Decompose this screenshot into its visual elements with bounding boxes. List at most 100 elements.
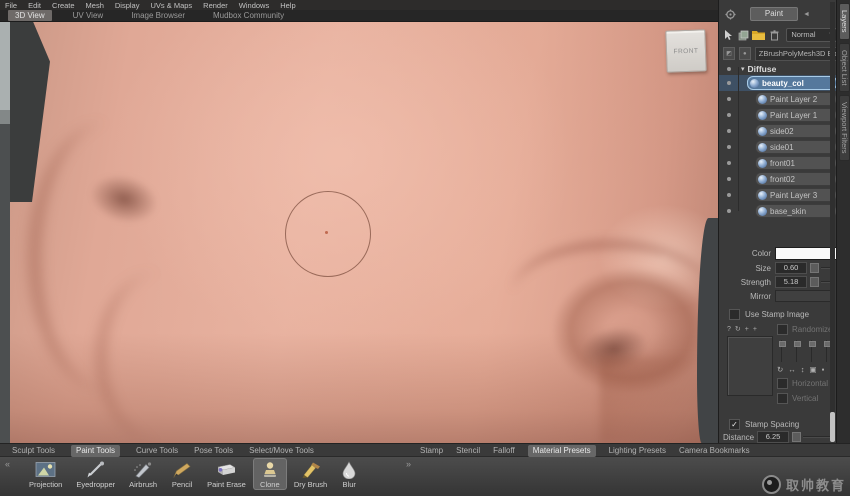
tray-tab-select-move-tools[interactable]: Select/Move Tools [249, 445, 314, 457]
tool-eyedropper[interactable]: Eyedropper [69, 458, 122, 489]
folder-icon[interactable] [752, 29, 765, 41]
stamp-slider[interactable] [809, 340, 814, 362]
layer-chip-paint-layer-2[interactable]: Paint Layer 2 [755, 92, 837, 106]
distance-input[interactable]: 6.25 [757, 431, 789, 443]
stamp-rotate-icon[interactable]: ↻ [735, 325, 741, 333]
scroll-left-icon[interactable]: « [5, 459, 15, 469]
layer-row-paint-layer-1[interactable]: Paint Layer 1 [719, 107, 837, 123]
stamp-slider[interactable] [794, 340, 799, 362]
layer-chip-base-skin[interactable]: base_skin [755, 204, 837, 218]
menu-create[interactable]: Create [52, 1, 75, 10]
layer-chip-paint-layer-1[interactable]: Paint Layer 1 [755, 108, 837, 122]
menu-render[interactable]: Render [203, 1, 228, 10]
layer-row-paint-layer-2[interactable]: Paint Layer 2 [719, 91, 837, 107]
tool-paint-erase[interactable]: Paint Erase [200, 458, 253, 489]
layer-group-label[interactable]: Diffuse [748, 64, 777, 74]
tray-tab-falloff[interactable]: Falloff [493, 445, 515, 457]
menu-uvs-maps[interactable]: UVs & Maps [150, 1, 192, 10]
menu-help[interactable]: Help [280, 1, 295, 10]
layer-row-base-skin[interactable]: base_skin [719, 203, 837, 219]
rotate-icon[interactable]: ↻ [777, 365, 783, 374]
use-stamp-checkbox[interactable] [729, 309, 740, 320]
channel-tab-paint[interactable]: Paint [750, 7, 798, 21]
layer-row-side01[interactable]: side01 [719, 139, 837, 155]
layer-row-front01[interactable]: front01 [719, 155, 837, 171]
layer-chip-paint-layer-3[interactable]: Paint Layer 3 [755, 188, 837, 202]
tool-projection[interactable]: Projection [22, 458, 69, 489]
stamp-spacing-checkbox[interactable] [729, 419, 740, 430]
visibility-dot[interactable] [727, 67, 731, 71]
duplicate-layer-icon[interactable] [737, 29, 749, 41]
side-tab-object-list[interactable]: Object List [839, 43, 850, 92]
object-visibility-icon[interactable]: ● [739, 47, 751, 60]
side-tab-viewport-filters[interactable]: Viewport Filters [839, 95, 850, 161]
size-input[interactable]: 0.60 [775, 262, 807, 274]
channel-prev-icon[interactable]: ◄ [803, 11, 810, 18]
tray-tab-pose-tools[interactable]: Pose Tools [194, 445, 233, 457]
layer-visibility-dot[interactable] [727, 97, 731, 101]
stamp-preview-box[interactable] [727, 336, 773, 396]
tray-tab-camera-bookmarks[interactable]: Camera Bookmarks [679, 445, 750, 457]
tab-mudbox-community[interactable]: Mudbox Community [206, 10, 291, 21]
stamp-slider[interactable] [779, 340, 784, 362]
tool-dry-brush[interactable]: Dry Brush [287, 458, 334, 489]
strength-input[interactable]: 5.18 [775, 276, 807, 288]
view-cube[interactable]: FRONT [665, 29, 706, 72]
layer-visibility-dot[interactable] [727, 113, 731, 117]
distance-slider-track[interactable] [803, 436, 833, 438]
tray-tab-lighting-presets[interactable]: Lighting Presets [609, 445, 666, 457]
horizontal-checkbox[interactable] [777, 378, 788, 389]
stamp-add-icon[interactable]: + [745, 326, 749, 333]
tool-airbrush[interactable]: Airbrush [122, 458, 164, 489]
stop-icon[interactable]: ▪ [822, 365, 825, 374]
layer-visibility-dot[interactable] [727, 193, 731, 197]
layer-row-side02[interactable]: side02 [719, 123, 837, 139]
layer-row-front02[interactable]: front02 [719, 171, 837, 187]
tab-image-browser[interactable]: Image Browser [124, 10, 192, 21]
mirror-select[interactable] [775, 290, 835, 302]
scrollbar-thumb[interactable] [830, 412, 835, 442]
layer-row-beauty-col[interactable]: beauty_col [719, 75, 837, 91]
tray-tab-sculpt-tools[interactable]: Sculpt Tools [12, 445, 55, 457]
layer-visibility-dot[interactable] [727, 177, 731, 181]
tool-clone[interactable]: Clone [253, 458, 287, 490]
menu-edit[interactable]: Edit [28, 1, 41, 10]
layer-chip-front01[interactable]: front01 [755, 156, 837, 170]
collapse-triangle-icon[interactable]: ▾ [741, 65, 745, 73]
frame-icon[interactable]: ▣ [810, 365, 817, 374]
side-tab-layers[interactable]: Layers [839, 3, 850, 40]
vertical-checkbox[interactable] [777, 393, 788, 404]
scroll-right-icon[interactable]: » [406, 459, 416, 469]
layer-visibility-dot[interactable] [727, 129, 731, 133]
delete-layer-icon[interactable] [768, 29, 780, 41]
tray-tab-material-presets[interactable]: Material Presets [528, 445, 596, 457]
menu-windows[interactable]: Windows [239, 1, 269, 10]
flip-vertical-icon[interactable]: ↕ [801, 365, 805, 374]
layer-visibility-dot[interactable] [727, 145, 731, 149]
layer-visibility-dot[interactable] [727, 161, 731, 165]
stamp-help-icon[interactable]: ? [727, 326, 731, 333]
menu-mesh[interactable]: Mesh [86, 1, 104, 10]
brush-color-swatch[interactable] [775, 247, 837, 260]
tray-tab-paint-tools[interactable]: Paint Tools [71, 445, 120, 457]
stamp-crosshair-icon[interactable]: + [753, 326, 757, 333]
randomize-checkbox[interactable] [777, 324, 788, 335]
3d-viewport[interactable]: FRONT [0, 22, 718, 443]
panel-scrollbar[interactable] [830, 2, 835, 442]
tool-blur[interactable]: Blur [334, 458, 364, 489]
gear-icon[interactable] [725, 9, 736, 20]
layer-visibility-dot[interactable] [727, 81, 731, 85]
layer-chip-side02[interactable]: side02 [755, 124, 837, 138]
layer-chip-front02[interactable]: front02 [755, 172, 837, 186]
distance-slider[interactable] [792, 432, 801, 442]
layer-chip-side01[interactable]: side01 [755, 140, 837, 154]
object-lock-icon[interactable]: ◩ [723, 47, 735, 60]
stamp-slider[interactable] [824, 340, 829, 362]
strength-slider[interactable] [810, 277, 819, 287]
tray-tab-stamp[interactable]: Stamp [420, 445, 443, 457]
menu-display[interactable]: Display [115, 1, 140, 10]
pointer-icon[interactable] [722, 29, 734, 41]
layer-visibility-dot[interactable] [727, 209, 731, 213]
tray-tab-curve-tools[interactable]: Curve Tools [136, 445, 178, 457]
layer-row-paint-layer-3[interactable]: Paint Layer 3 [719, 187, 837, 203]
